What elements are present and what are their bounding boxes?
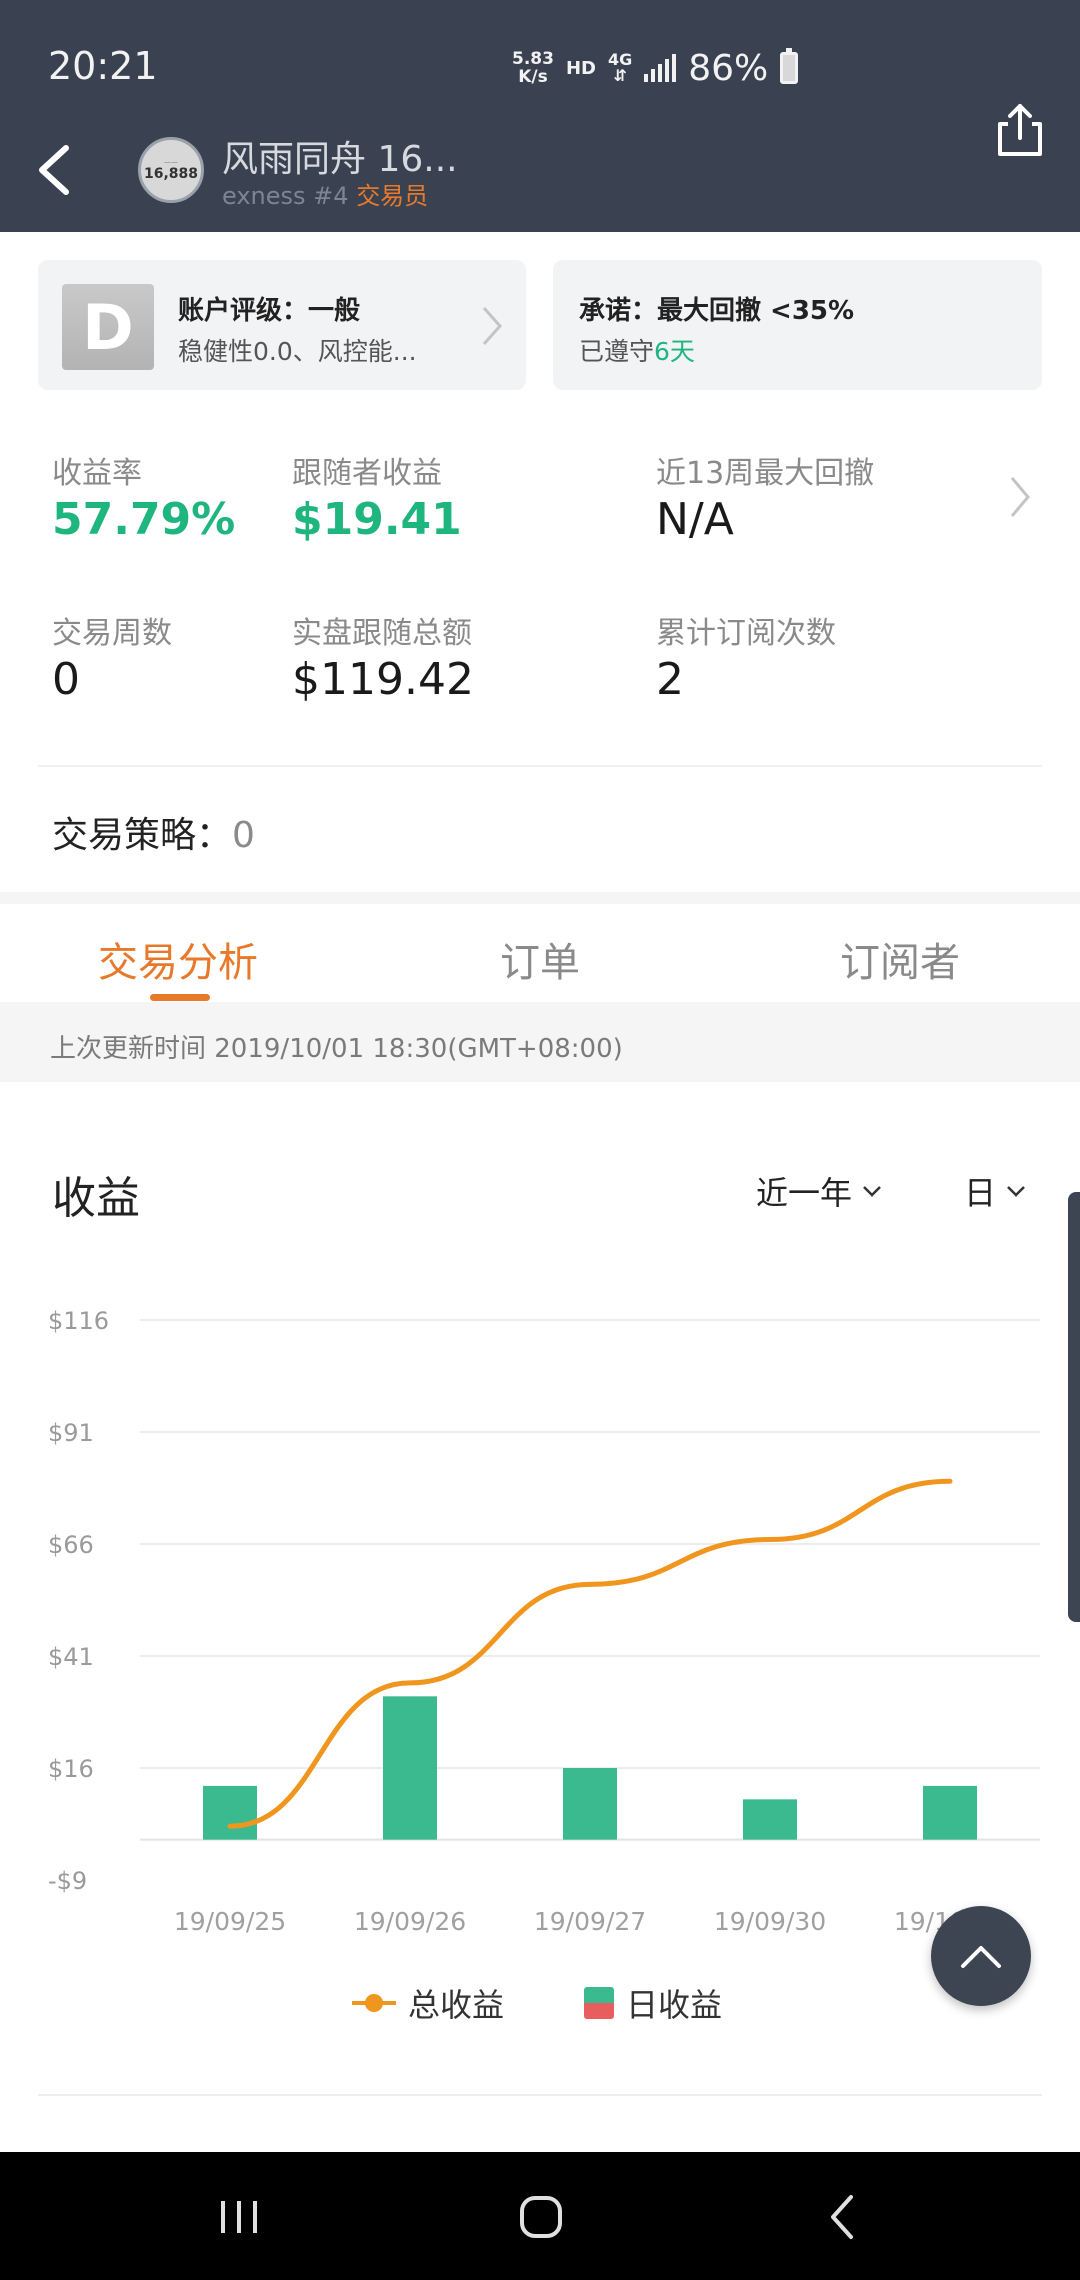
rating-title: 账户评级：一般 [178, 296, 361, 326]
follow-total-label: 实盘跟随总额 [292, 616, 472, 651]
x-tick-label: 19/09/25 [174, 1907, 286, 1936]
trader-subtitle: exness #4 交易员 [222, 182, 429, 210]
status-icons: 5.83 K/s HD 4G ⇵ 86% [512, 44, 799, 92]
return-rate-value: 57.79% [52, 494, 236, 545]
divider [38, 765, 1042, 767]
daily-profit-bar [563, 1768, 617, 1840]
y-tick-label: $16 [48, 1755, 94, 1783]
legend-daily-profit[interactable]: 日收益 [584, 1980, 722, 2026]
tab-subscribers[interactable]: 订阅者 [840, 930, 960, 988]
rating-subtitle: 稳健性0.0、风控能... [178, 337, 417, 366]
chevron-up-icon [961, 1946, 1001, 1968]
app-header: 20:21 5.83 K/s HD 4G ⇵ 86% —— 16,888 风雨同… [0, 0, 1080, 232]
nav-back-button[interactable] [808, 2182, 878, 2252]
subscriptions-label: 累计订阅次数 [656, 616, 836, 651]
battery-icon [780, 48, 799, 84]
y-tick-label: $66 [48, 1531, 94, 1559]
bar-legend-icon [584, 1987, 614, 2019]
follower-profit-value: $19.41 [292, 494, 462, 545]
profit-chart: $116 $91 $66 $41 $16 -$9 19/09/25 19/09/26 19/09… [48, 1307, 1040, 1936]
grade-badge: D [62, 284, 154, 370]
system-nav-bar [0, 2152, 1080, 2280]
y-tick-label: $116 [48, 1307, 109, 1335]
x-tick-label: 19/09/27 [534, 1907, 646, 1936]
account-rating-card[interactable]: D 账户评级：一般 稳健性0.0、风控能... [38, 260, 526, 390]
trade-weeks-value: 0 [52, 654, 80, 705]
last-update-time: 上次更新时间 2019/10/01 18:30(GMT+08:00) [50, 1034, 623, 1064]
promise-days: 6天 [654, 337, 695, 366]
chevron-down-icon [1007, 1186, 1025, 1197]
hd-indicator: HD [565, 57, 596, 79]
y-tick-label: $41 [48, 1643, 94, 1671]
daily-profit-bar [203, 1785, 257, 1840]
promise-card: 承诺：最大回撤 <35% 已遵守6天 [553, 260, 1042, 390]
home-button[interactable] [506, 2182, 576, 2252]
divider [38, 2094, 1042, 2096]
follow-total-value: $119.42 [292, 654, 474, 705]
network-type: 4G ⇵ [607, 50, 633, 85]
active-tab-indicator [150, 994, 210, 1001]
y-tick-label: -$9 [48, 1867, 87, 1895]
avatar[interactable]: —— 16,888 [138, 137, 204, 203]
signal-icon [644, 54, 677, 82]
trader-name: 风雨同舟 16... [222, 139, 458, 180]
x-tick-label: 19/09/26 [354, 1907, 466, 1936]
follower-profit-label: 跟随者收益 [292, 456, 442, 491]
recent-apps-button[interactable] [204, 2182, 274, 2252]
daily-profit-bar [743, 1799, 797, 1840]
daily-profit-bar [923, 1785, 977, 1840]
section-gap [0, 892, 1080, 904]
daily-profit-bar [383, 1696, 437, 1840]
role-badge: 交易员 [356, 182, 429, 210]
promise-subtitle: 已遵守6天 [579, 337, 695, 366]
battery-percent: 86% [688, 47, 769, 89]
scroll-to-top-button[interactable] [931, 1906, 1031, 2006]
line-legend-icon [352, 1992, 396, 2014]
chart-title: 收益 [52, 1173, 140, 1224]
trading-strategy: 交易策略：0 [52, 815, 255, 856]
tab-orders[interactable]: 订单 [500, 930, 580, 988]
update-bar: 上次更新时间 2019/10/01 18:30(GMT+08:00) [0, 1002, 1080, 1082]
back-arrow-icon[interactable] [30, 140, 80, 200]
back-icon [831, 2195, 853, 2239]
status-time: 20:21 [48, 44, 158, 88]
max-drawdown-value: N/A [656, 494, 734, 545]
home-icon [520, 2196, 562, 2238]
net-speed: 5.83 K/s [512, 49, 554, 87]
range-dropdown[interactable]: 近一年 [756, 1168, 882, 1214]
legend-total-profit[interactable]: 总收益 [352, 1980, 504, 2026]
y-tick-label: $91 [48, 1419, 94, 1447]
max-drawdown-label: 近13周最大回撤 [656, 456, 875, 491]
share-icon[interactable] [994, 100, 1046, 160]
chevron-right-icon [482, 307, 503, 345]
return-rate-label: 收益率 [52, 456, 142, 491]
trade-weeks-label: 交易周数 [52, 616, 172, 651]
promise-title: 承诺：最大回撤 <35% [579, 296, 855, 326]
subscriptions-value: 2 [656, 654, 684, 705]
side-scroll-handle[interactable] [1068, 1192, 1080, 1622]
tab-trade-analysis[interactable]: 交易分析 [98, 930, 258, 988]
recent-apps-icon [221, 2201, 257, 2233]
status-bar: 20:21 5.83 K/s HD 4G ⇵ 86% [0, 0, 1080, 132]
period-dropdown[interactable]: 日 [964, 1168, 1026, 1214]
x-tick-label: 19/09/30 [714, 1907, 826, 1936]
chevron-right-icon[interactable] [1004, 472, 1034, 522]
chevron-down-icon [863, 1186, 881, 1197]
